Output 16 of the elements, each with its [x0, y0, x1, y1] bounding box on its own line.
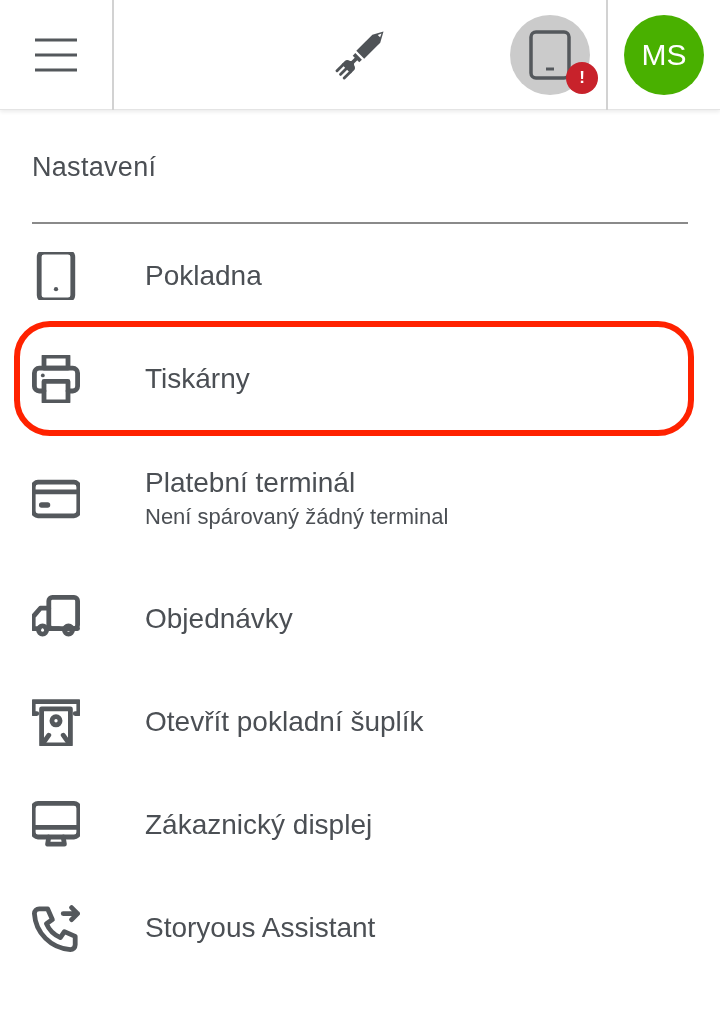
- banknote-slot-icon: [32, 697, 80, 746]
- printer-icon: [32, 354, 80, 403]
- alert-badge: !: [566, 62, 598, 94]
- tablet-icon: [529, 30, 571, 80]
- phone-forward-icon: [32, 903, 80, 952]
- settings-menu-item[interactable]: Otevřít pokladní šuplík: [32, 670, 688, 773]
- settings-menu-item[interactable]: Platební terminál Není spárovaný žádný terminal: [32, 430, 688, 567]
- settings-menu-item[interactable]: Pokladna: [32, 224, 688, 327]
- settings-menu-item[interactable]: Tiskárny: [32, 327, 688, 430]
- settings-menu-item[interactable]: Storyous Assistant: [32, 876, 688, 979]
- settings-menu-item[interactable]: Zákaznický displej: [32, 773, 688, 876]
- monitor-icon: [32, 800, 80, 849]
- menu-icon: [34, 38, 78, 72]
- fork-pencil-logo-icon: [335, 30, 385, 80]
- settings-menu-item[interactable]: Objednávky: [32, 567, 688, 670]
- section-title: Nastavení: [32, 151, 158, 184]
